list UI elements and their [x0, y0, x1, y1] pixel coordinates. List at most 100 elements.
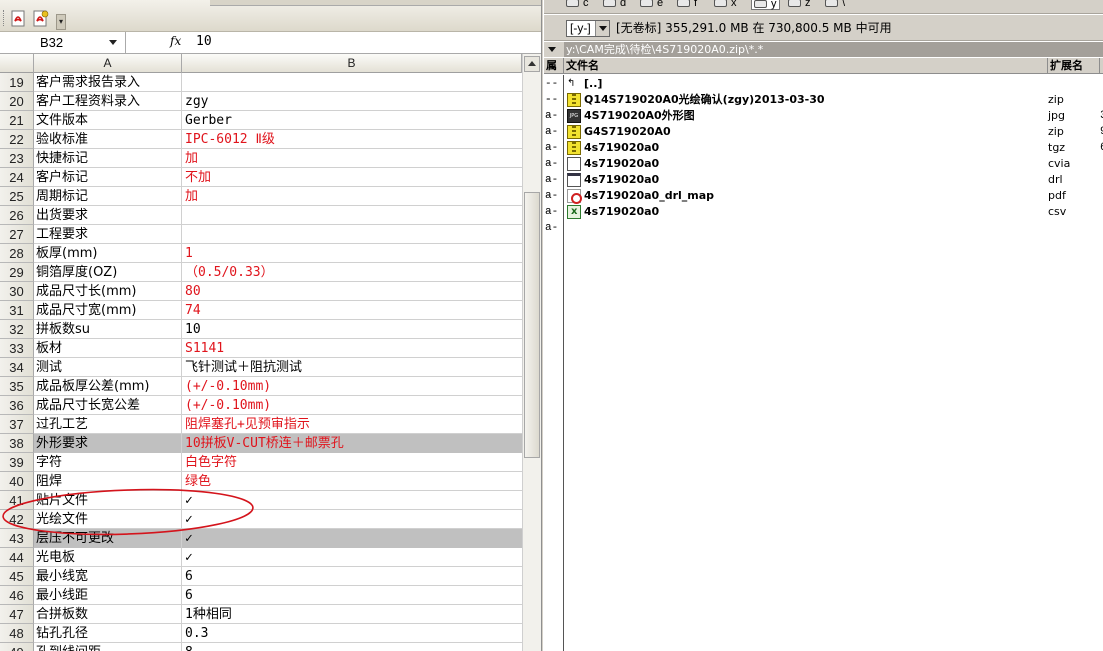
cell-field-label[interactable]: 层压不可更改 [34, 529, 182, 548]
cell-field-value[interactable]: ✓ [182, 491, 522, 510]
cell-field-value[interactable]: 不加 [182, 168, 522, 187]
drive-button-root[interactable]: \ [825, 0, 845, 10]
cell-field-label[interactable]: 板材 [34, 339, 182, 358]
drive-button-z[interactable]: z [788, 0, 811, 10]
cell-field-value[interactable]: 0.3 [182, 624, 522, 643]
cell-field-value[interactable] [182, 206, 522, 225]
scrollbar-thumb[interactable] [524, 192, 540, 458]
row-header[interactable]: 32 [0, 320, 34, 339]
list-item[interactable]: -a- 4s719020a0 drl [544, 172, 1103, 202]
cell-field-value[interactable] [182, 73, 522, 92]
cell-field-label[interactable]: 铜箔厚度(OZ) [34, 263, 182, 282]
row-header[interactable]: 31 [0, 301, 34, 320]
column-header-ext[interactable]: 扩展名 [1048, 58, 1100, 74]
row-header[interactable]: 27 [0, 225, 34, 244]
cell-field-label[interactable]: 成品尺寸长宽公差 [34, 396, 182, 415]
cell-field-value[interactable]: 阻焊塞孔+见预审指示 [182, 415, 522, 434]
cell-field-value[interactable]: 10 [182, 320, 522, 339]
cell-field-label[interactable]: 阻焊 [34, 472, 182, 491]
drive-button-c[interactable]: c [566, 0, 589, 10]
cell-field-value[interactable]: ✓ [182, 529, 522, 548]
cell-field-value[interactable]: 80 [182, 282, 522, 301]
cell-field-value[interactable]: ✓ [182, 548, 522, 567]
drive-button-d[interactable]: d [603, 0, 626, 10]
cell-field-value[interactable]: 飞针测试＋阻抗测试 [182, 358, 522, 377]
row-header[interactable]: 20 [0, 92, 34, 111]
cell-field-label[interactable]: 最小线距 [34, 586, 182, 605]
cell-field-value[interactable]: Gerber [182, 111, 522, 130]
cell-field-value[interactable]: 8 [182, 643, 522, 651]
cell-field-value[interactable]: 1 [182, 244, 522, 263]
cell-field-label[interactable]: 验收标准 [34, 130, 182, 149]
row-header[interactable]: 24 [0, 168, 34, 187]
cell-field-label[interactable]: 客户工程资料录入 [34, 92, 182, 111]
cell-field-value[interactable]: 10拼板V-CUT桥连＋邮票孔 [182, 434, 522, 453]
list-item[interactable]: -a-G4S719020A0zip9 [544, 124, 1103, 154]
row-header[interactable]: 44 [0, 548, 34, 567]
cell-field-label[interactable]: 板厚(mm) [34, 244, 182, 263]
row-header[interactable]: 48 [0, 624, 34, 643]
list-item[interactable]: -a- 4s719020a0_drl_map pdf [544, 188, 1103, 218]
list-item[interactable]: -a- 4s719020a0 cvia [544, 156, 1103, 186]
cell-field-value[interactable]: (+/-0.10mm) [182, 377, 522, 396]
cell-field-label[interactable]: 成品板厚公差(mm) [34, 377, 182, 396]
drive-button-x[interactable]: x [714, 0, 737, 10]
cell-field-value[interactable]: 加 [182, 187, 522, 206]
cell-field-value[interactable]: IPC-6012 Ⅱ级 [182, 130, 522, 149]
cell-field-label[interactable]: 拼板数su [34, 320, 182, 339]
row-header[interactable]: 36 [0, 396, 34, 415]
row-header[interactable]: 26 [0, 206, 34, 225]
row-header[interactable]: 29 [0, 263, 34, 282]
chevron-down-icon[interactable] [595, 21, 609, 36]
column-header-b[interactable]: B [182, 54, 522, 73]
cell-field-value[interactable]: (+/-0.10mm) [182, 396, 522, 415]
cell-field-value[interactable]: 6 [182, 567, 522, 586]
cell-field-label[interactable]: 出货要求 [34, 206, 182, 225]
cell-field-label[interactable]: 文件版本 [34, 111, 182, 130]
cell-field-value[interactable]: ✓ [182, 510, 522, 529]
row-header[interactable]: 28 [0, 244, 34, 263]
cell-field-value[interactable]: zgy [182, 92, 522, 111]
cell-field-label[interactable]: 过孔工艺 [34, 415, 182, 434]
cell-field-label[interactable]: 成品尺寸宽(mm) [34, 301, 182, 320]
cell-field-value[interactable]: 加 [182, 149, 522, 168]
row-header[interactable]: 47 [0, 605, 34, 624]
drive-button-y[interactable]: y [751, 0, 780, 10]
cell-field-value[interactable]: 6 [182, 586, 522, 605]
row-header[interactable]: 22 [0, 130, 34, 149]
cell-field-label[interactable]: 客户标记 [34, 168, 182, 187]
cell-field-label[interactable]: 光电板 [34, 548, 182, 567]
row-header[interactable]: 43 [0, 529, 34, 548]
row-header[interactable]: 25 [0, 187, 34, 206]
row-header[interactable]: 34 [0, 358, 34, 377]
cell-field-label[interactable]: 工程要求 [34, 225, 182, 244]
history-dropdown-icon[interactable] [548, 47, 556, 52]
column-header-a[interactable]: A [34, 54, 182, 73]
chevron-down-icon[interactable] [109, 40, 117, 45]
cell-field-value[interactable]: 1种相同 [182, 605, 522, 624]
cell-field-label[interactable]: 字符 [34, 453, 182, 472]
list-item[interactable]: -a- Q14S719020A0光绘确认(zgy)2013-03-30 zip [544, 92, 1103, 122]
row-header[interactable]: 19 [0, 73, 34, 92]
cell-field-label[interactable]: 外形要求 [34, 434, 182, 453]
cell-field-label[interactable]: 测试 [34, 358, 182, 377]
cell-field-label[interactable]: 光绘文件 [34, 510, 182, 529]
row-header[interactable]: 33 [0, 339, 34, 358]
vertical-scrollbar[interactable] [522, 54, 541, 651]
row-header[interactable]: 49 [0, 643, 34, 651]
drive-button-f[interactable]: f [677, 0, 697, 10]
row-header[interactable]: 45 [0, 567, 34, 586]
row-header[interactable]: 30 [0, 282, 34, 301]
pdf-export-icon[interactable] [9, 9, 29, 29]
cell-field-label[interactable]: 合拼板数 [34, 605, 182, 624]
list-item[interactable]: -a- 4s719020a0 csv [544, 204, 1103, 234]
list-item[interactable]: -a-JPG4S719020A0外形图jpg3 [544, 108, 1103, 138]
row-header[interactable]: 40 [0, 472, 34, 491]
select-all-corner[interactable] [0, 54, 34, 73]
current-path[interactable]: y:\CAM完成\待检\4S719020A0.zip\*.* [564, 42, 1103, 57]
cell-field-label[interactable]: 最小线宽 [34, 567, 182, 586]
toolbar-options-button[interactable]: ▾ [56, 14, 66, 30]
cell-field-label[interactable]: 客户需求报告录入 [34, 73, 182, 92]
cell-field-label[interactable]: 成品尺寸长(mm) [34, 282, 182, 301]
column-header-attr[interactable]: 属 [544, 58, 564, 74]
